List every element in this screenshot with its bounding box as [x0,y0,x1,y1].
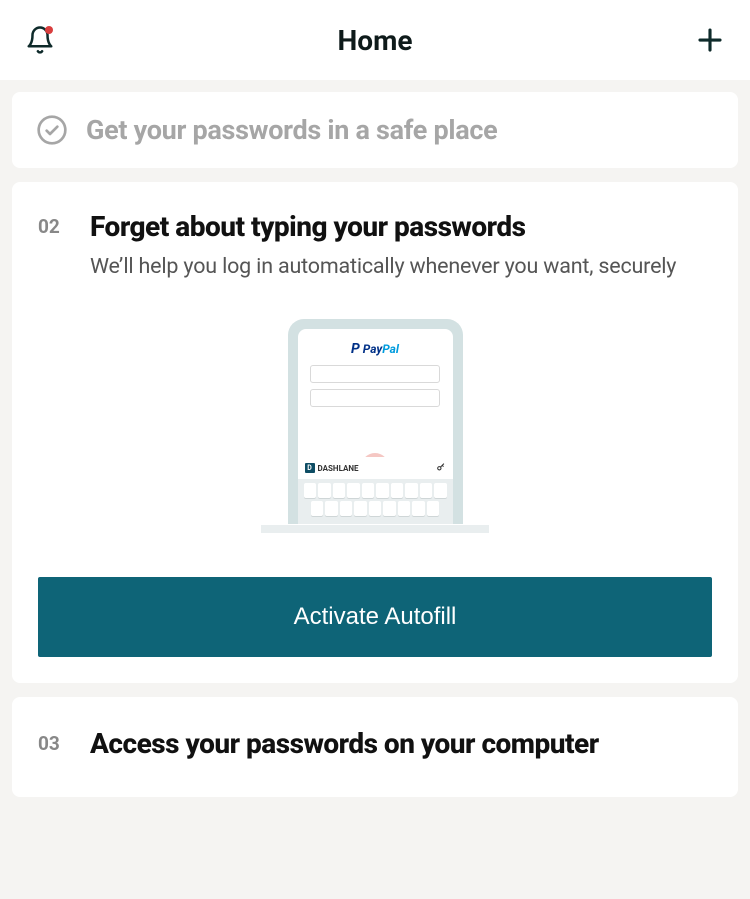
keyboard-icon [298,479,453,524]
phone-screen: P PayPal [298,329,453,464]
autofill-illustration: P PayPal D DASHLANE [275,319,475,529]
phone-frame-icon: P PayPal D DASHLANE [288,319,463,524]
illustration-input [310,389,440,407]
step-header: 02 Forget about typing your passwords We… [38,210,712,279]
step-number: 02 [38,215,68,238]
notifications-icon[interactable] [24,24,56,56]
add-button[interactable] [694,24,726,56]
check-circle-icon [36,114,68,146]
keyboard-strip: D DASHLANE [298,457,453,479]
step-title: Forget about typing your passwords [90,210,712,244]
brand-text: Pal [382,342,399,356]
key-icon [436,462,446,474]
dashlane-logo-icon: D [305,463,315,473]
activate-autofill-button[interactable]: Activate Autofill [38,577,712,657]
completed-step-title: Get your passwords in a safe place [86,114,497,146]
step-header: 03 Access your passwords on your compute… [38,727,712,761]
app-header: Home [0,0,750,80]
step-number: 03 [38,732,68,755]
step-title: Access your passwords on your computer [90,727,712,761]
page-title: Home [56,24,694,57]
illustration-input [310,365,440,383]
notification-dot-icon [45,26,53,34]
shadow-icon [261,525,489,533]
step-subtitle: We’ll help you log in automatically when… [90,254,712,279]
current-step-card: 02 Forget about typing your passwords We… [12,182,738,683]
main-content: Get your passwords in a safe place 02 Fo… [0,80,750,823]
next-step-card[interactable]: 03 Access your passwords on your compute… [12,697,738,797]
completed-step-card[interactable]: Get your passwords in a safe place [12,92,738,168]
strip-brand-text: DASHLANE [318,464,359,473]
paypal-logo-icon: P PayPal [351,341,399,357]
